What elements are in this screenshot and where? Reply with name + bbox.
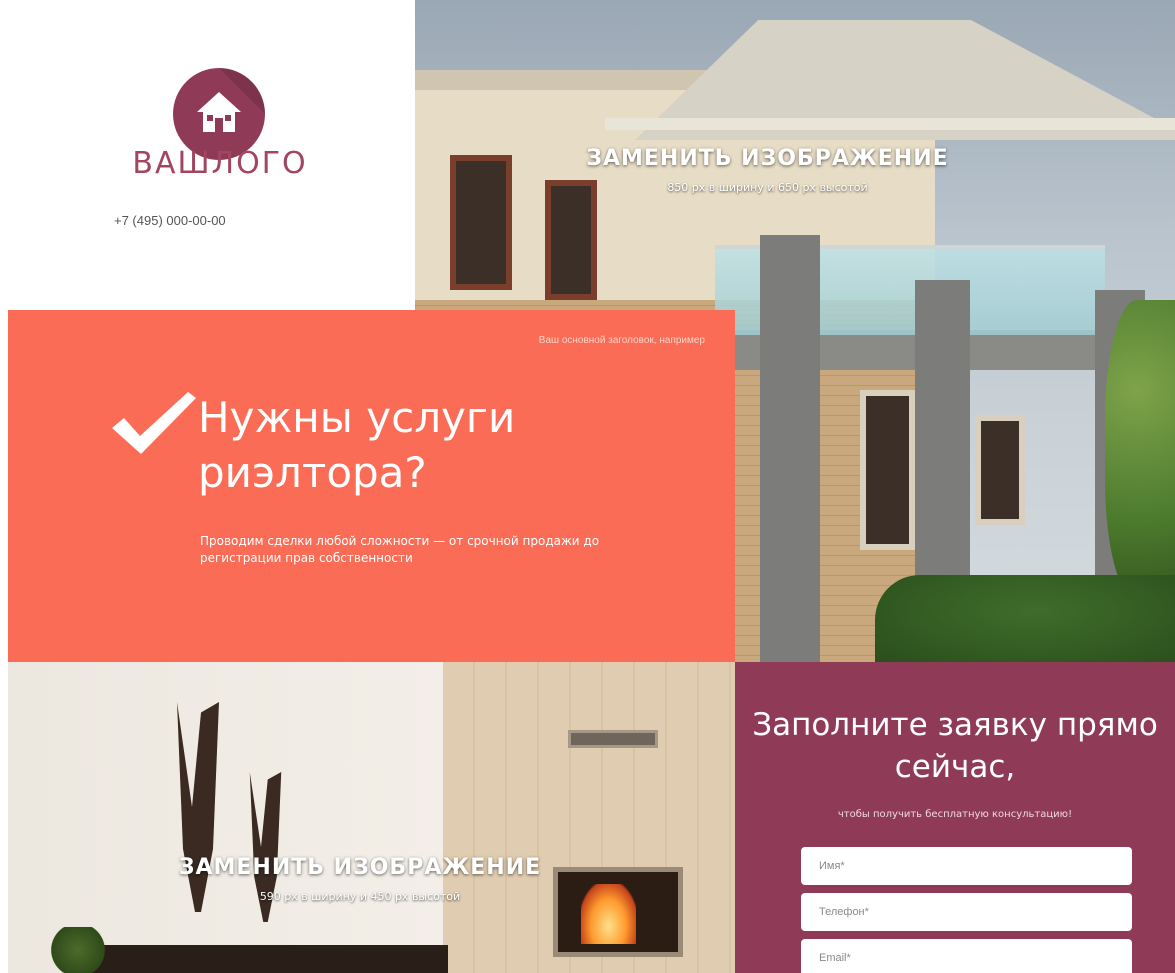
- house-window: [545, 180, 597, 300]
- checkmark-icon: [112, 392, 196, 454]
- fire-flame: [581, 884, 636, 944]
- offer-block: Ваш основной заголовок, например Нужны у…: [8, 310, 735, 662]
- offer-description: Проводим сделки любой сложности — от сро…: [200, 534, 600, 565]
- vent: [568, 730, 658, 748]
- phone-number[interactable]: +7 (495) 000-00-00: [114, 213, 226, 228]
- form-subtitle: чтобы получить бесплатную консультацию!: [837, 809, 1073, 820]
- offer-title: Нужны услуги риэлтора?: [198, 393, 516, 497]
- house-roof-edge: [605, 118, 1175, 130]
- plant: [48, 927, 108, 973]
- name-field[interactable]: [801, 847, 1132, 885]
- logo-panel: ВАШЛОГО +7 (495) 000-00-00: [0, 0, 415, 310]
- phone-field[interactable]: [801, 893, 1132, 931]
- sculpture: [177, 702, 219, 912]
- email-field[interactable]: [801, 939, 1132, 973]
- hero-image-placeholder-size: 850 px в ширину и 650 px высотой: [667, 181, 868, 194]
- house-window: [975, 415, 1025, 525]
- house-window: [450, 155, 512, 290]
- logo-text: ВАШЛОГО: [132, 146, 308, 181]
- house-column: [915, 280, 970, 590]
- house-icon: [197, 92, 241, 132]
- offer-note: Ваш основной заголовок, например: [538, 335, 705, 346]
- form-title: Заполните заявку прямо сейчас,: [752, 707, 1158, 785]
- interior-image-placeholder-size: 590 px в ширину и 450 px высотой: [259, 890, 461, 903]
- request-form: Заполните заявку прямо сейчас, чтобы пол…: [735, 662, 1175, 973]
- hero-image-placeholder-title: ЗАМЕНИТЬ ИЗОБРАЖЕНИЕ: [586, 146, 949, 171]
- interior-image-placeholder-title: ЗАМЕНИТЬ ИЗОБРАЖЕНИЕ: [178, 855, 542, 880]
- interior-image: [8, 662, 735, 973]
- house-window: [860, 390, 915, 550]
- trees: [1105, 300, 1175, 600]
- house-eave: [415, 70, 715, 90]
- console-table: [78, 945, 448, 973]
- house-column: [760, 235, 820, 665]
- hedge: [875, 575, 1175, 665]
